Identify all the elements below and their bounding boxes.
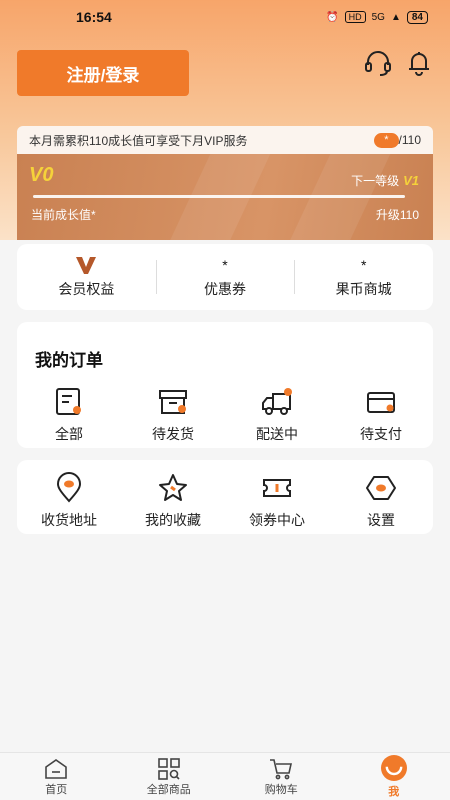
tab-label: 购物车 (264, 783, 298, 796)
next-level-label: 下一等级 (351, 174, 400, 188)
tab-label: 全部商品 (146, 783, 191, 796)
member-stats-card: 会员权益 * 优惠券 * 果币商城 (17, 244, 433, 310)
order-label: 全部 (55, 426, 83, 442)
box-icon (159, 390, 187, 414)
grid-icon (157, 757, 180, 780)
wifi-icon: ▲ (390, 11, 401, 23)
card-icon (367, 392, 395, 413)
stat-value: * (360, 257, 367, 273)
order-pending-shipment[interactable]: 待发货 (121, 386, 225, 444)
tool-address[interactable]: 收货地址 (17, 472, 121, 530)
stat-coupons[interactable]: * 优惠券 (155, 254, 295, 300)
tool-label: 收货地址 (41, 512, 97, 528)
alarm-icon: ⏰ (326, 11, 339, 23)
tool-label: 我的收藏 (145, 512, 201, 528)
order-label: 待发货 (152, 426, 194, 442)
register-login-button[interactable]: 注册/登录 (17, 50, 189, 96)
vip-current-value: * (374, 132, 399, 148)
vip-target: /110 (398, 133, 421, 147)
tab-profile[interactable]: 我 (338, 753, 450, 800)
tool-label: 设置 (367, 512, 395, 528)
tools-card: 收货地址 我的收藏 领券中心 设置 (17, 460, 433, 534)
bottom-tab-bar: 首页 全部商品 购物车 我 (0, 752, 450, 800)
stat-coin-mall[interactable]: * 果币商城 (294, 254, 433, 300)
vip-level-badge: V0 (29, 164, 54, 186)
hd-badge: HD (344, 11, 366, 23)
profile-icon (380, 754, 407, 781)
ticket-icon (263, 479, 291, 497)
stat-value: * (222, 257, 228, 273)
all-orders-icon (56, 388, 81, 415)
location-pin-icon (56, 472, 82, 503)
tool-settings[interactable]: 设置 (329, 472, 433, 530)
tool-coupon-center[interactable]: 领券中心 (225, 472, 329, 530)
tab-all-products[interactable]: 全部商品 (113, 753, 226, 800)
next-level-badge: V1 (403, 173, 419, 188)
orders-title: 我的订单 (35, 351, 103, 370)
order-status-row: 全部 待发货 配送中 待支付 (17, 386, 433, 444)
stat-label: 会员权益 (58, 281, 115, 297)
status-icons: ⏰ HD 5G ▲ 84 (326, 10, 428, 24)
vip-notice-strip: 本月需累积110成长值可享受下月VIP服务 * /110 (17, 126, 433, 154)
status-bar: 16:54 ⏰ HD 5G ▲ 84 (0, 0, 450, 34)
stat-member-benefits[interactable]: 会员权益 (17, 254, 156, 300)
home-icon (45, 758, 68, 779)
order-pending-payment[interactable]: 待支付 (329, 386, 433, 444)
battery-indicator: 84 (406, 10, 428, 24)
customer-service-icon[interactable] (363, 48, 393, 78)
tab-cart[interactable]: 购物车 (225, 753, 338, 800)
tab-label: 首页 (45, 783, 68, 796)
status-time: 16:54 (76, 9, 112, 25)
truck-icon (262, 388, 292, 415)
stat-label: 果币商城 (335, 281, 392, 297)
member-benefits-icon (74, 255, 98, 275)
settings-icon (366, 476, 396, 500)
cart-icon (270, 758, 293, 779)
tool-label: 领券中心 (249, 512, 305, 528)
stat-label: 优惠券 (204, 281, 246, 297)
tab-label: 我 (388, 785, 400, 798)
signal-label: 5G (371, 11, 385, 23)
vip-notice-text: 本月需累积110成长值可享受下月VIP服务 (29, 133, 248, 148)
my-orders-card: 我的订单 全部 待发货 配送中 待支付 (17, 322, 433, 448)
bell-icon[interactable] (404, 48, 434, 78)
vip-level-card[interactable]: V0 下一等级 V1 当前成长值* 升级110 (17, 154, 433, 240)
order-all[interactable]: 全部 (17, 386, 121, 444)
growth-progress-bar (33, 195, 405, 198)
order-in-delivery[interactable]: 配送中 (225, 386, 329, 444)
tool-favorites[interactable]: 我的收藏 (121, 472, 225, 530)
tools-row: 收货地址 我的收藏 领券中心 设置 (17, 472, 433, 530)
upgrade-requirement: 升级110 (375, 208, 419, 222)
order-label: 待支付 (360, 426, 402, 442)
current-growth: 当前成长值* (31, 208, 96, 222)
order-label: 配送中 (256, 426, 298, 442)
star-icon (159, 474, 187, 501)
next-level: 下一等级 V1 (351, 172, 419, 189)
tab-home[interactable]: 首页 (0, 753, 113, 800)
